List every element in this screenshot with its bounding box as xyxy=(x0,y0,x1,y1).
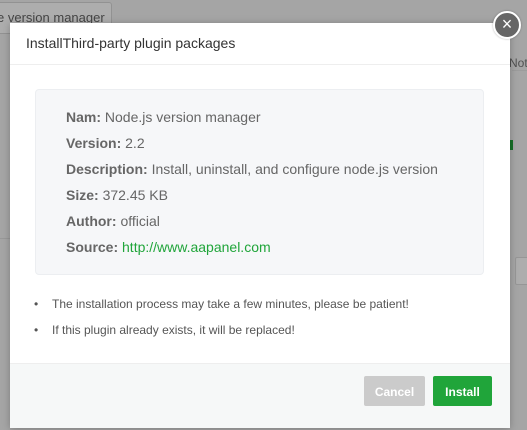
bullet-icon: • xyxy=(34,323,39,337)
info-row-description: Description: Install, uninstall, and con… xyxy=(66,161,438,177)
note-item: • The installation process may take a fe… xyxy=(30,295,409,321)
source-link[interactable]: http://www.aapanel.com xyxy=(122,239,271,255)
dialog-footer: Cancel Install xyxy=(10,363,510,428)
install-button[interactable]: Install xyxy=(433,376,492,406)
info-row-author: Author: official xyxy=(66,213,160,229)
dialog-title: InstallThird-party plugin packages xyxy=(10,23,510,65)
info-label: Source: xyxy=(66,239,119,255)
info-label: Version: xyxy=(66,135,122,151)
info-label: Author: xyxy=(66,213,117,229)
info-value: Node.js version manager xyxy=(104,109,261,125)
info-row-size: Size: 372.45 KB xyxy=(66,187,168,203)
info-label: Description: xyxy=(66,161,148,177)
install-notes: • The installation process may take a fe… xyxy=(30,295,409,347)
bullet-icon: • xyxy=(34,297,39,311)
note-item: • If this plugin already exists, it will… xyxy=(30,321,409,347)
cancel-button[interactable]: Cancel xyxy=(364,376,425,406)
info-value: Install, uninstall, and configure node.j… xyxy=(151,161,438,177)
info-label: Size: xyxy=(66,187,99,203)
info-value: 372.45 KB xyxy=(102,187,168,203)
note-text: The installation process may take a few … xyxy=(52,297,409,311)
info-label: Nam: xyxy=(66,109,102,125)
info-value: 2.2 xyxy=(125,135,145,151)
note-text: If this plugin already exists, it will b… xyxy=(52,323,295,337)
info-row-name: Nam: Node.js version manager xyxy=(66,109,261,125)
plugin-info-panel: Nam: Node.js version manager Version: 2.… xyxy=(35,89,484,275)
install-dialog: InstallThird-party plugin packages Nam: … xyxy=(10,23,510,428)
info-row-version: Version: 2.2 xyxy=(66,135,145,151)
info-value: official xyxy=(120,213,160,229)
info-row-source: Source: http://www.aapanel.com xyxy=(66,239,271,255)
close-icon[interactable]: × xyxy=(493,11,521,39)
